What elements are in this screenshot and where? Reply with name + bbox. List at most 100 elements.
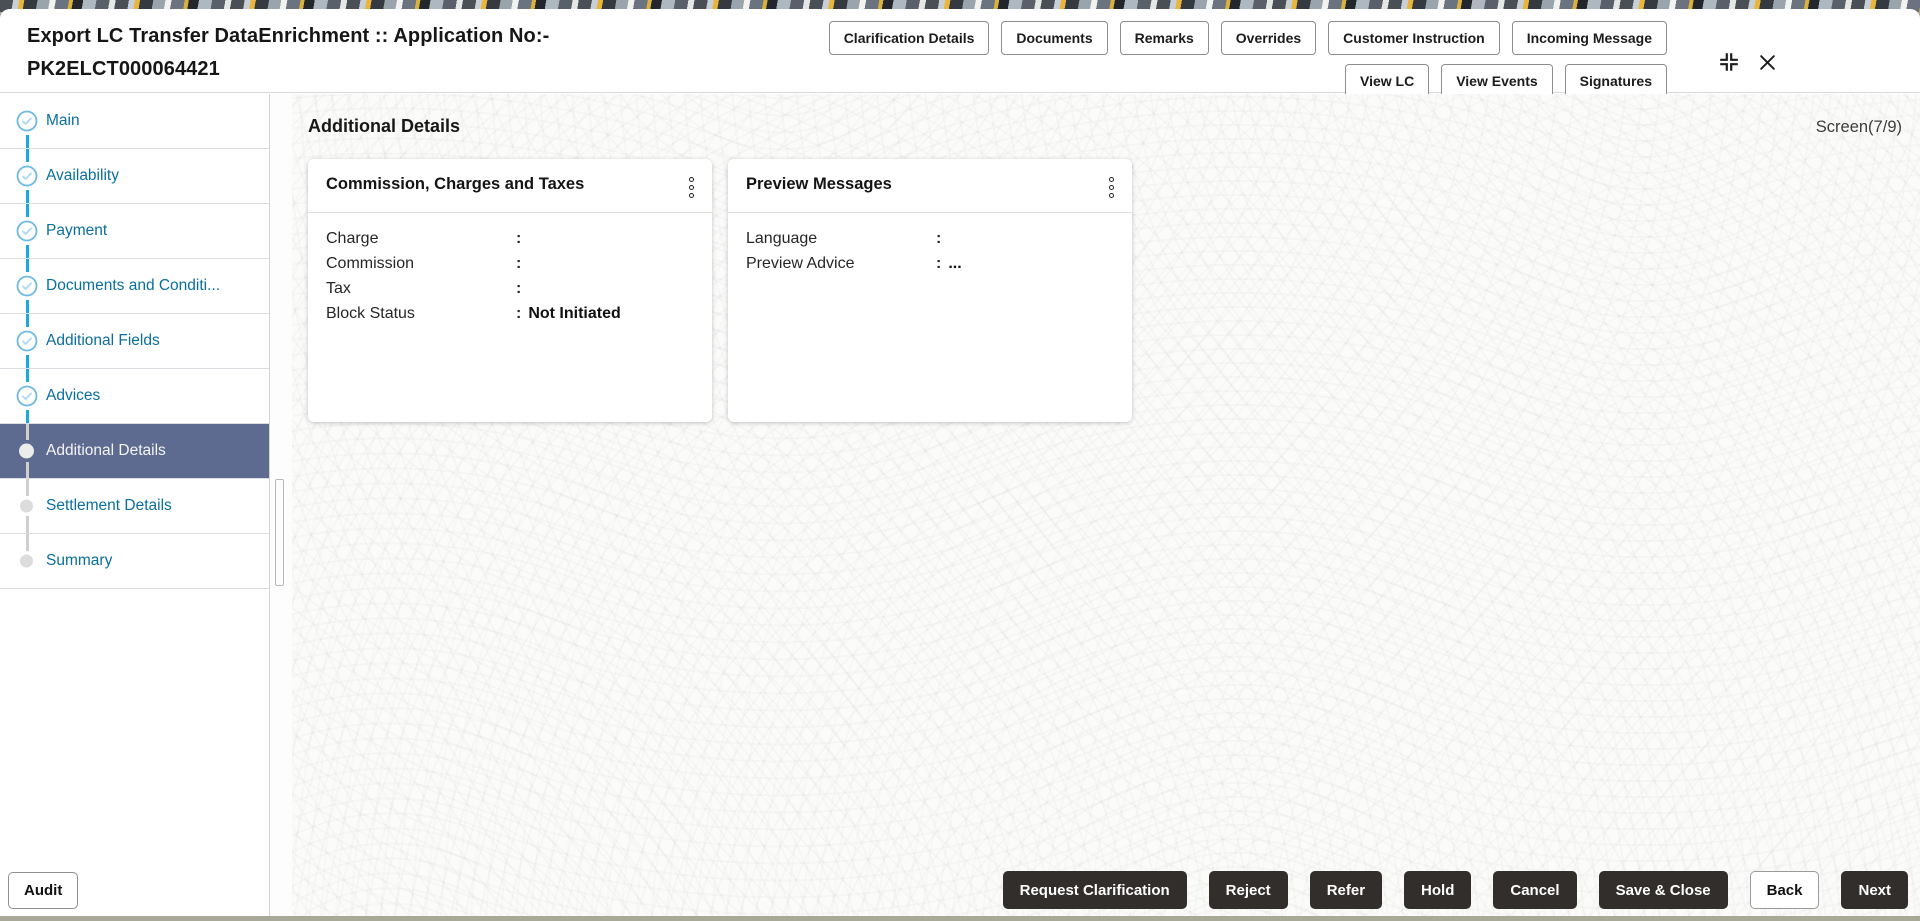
app-header: Export LC Transfer DataEnrichment :: App… [0,9,1920,98]
step-connector [26,369,29,382]
field-label: Language [746,230,818,247]
sidebar-item-label: Additional Fields [46,332,160,349]
sidebar-item-label: Advices [46,387,101,404]
restore-window-icon[interactable] [1718,51,1740,73]
field-commission: Commission : [326,251,694,276]
customer-instruction-button[interactable]: Customer Instruction [1328,21,1500,55]
content-header: Additional Details Screen(7/9) [292,94,1920,137]
field-label: Preview Advice [746,255,855,272]
field-label: Commission [326,255,415,272]
current-step-dot-icon [16,443,34,459]
step-connector [26,424,29,440]
sidebar-item-additional-details[interactable]: Additional Details [0,424,269,479]
documents-button[interactable]: Documents [1001,21,1108,55]
check-circle-icon [16,330,38,352]
remarks-button[interactable]: Remarks [1119,21,1209,55]
field-label: Charge [326,230,379,247]
sidebar-steps: Main Availability Payment Documents and … [0,94,270,916]
cancel-button[interactable]: Cancel [1493,871,1577,909]
sidebar-item-label: Documents and Conditi... [46,277,221,294]
kebab-menu-icon[interactable] [1105,175,1118,200]
sidebar-scroll-gutter [270,94,292,916]
hold-button[interactable]: Hold [1404,871,1472,909]
field-charge: Charge : [326,226,694,251]
screen-indicator: Screen(7/9) [1815,118,1902,136]
incoming-message-button[interactable]: Incoming Message [1511,21,1667,55]
sidebar-item-label: Availability [46,167,119,184]
step-connector [26,355,29,368]
card-body: Charge : Commission : Tax: Block Status… [308,213,712,339]
step-connector [26,149,29,162]
step-connector [26,204,29,217]
check-circle-icon [16,110,38,132]
reject-button[interactable]: Reject [1208,871,1288,909]
header-actions-row2: View LC View Events Signatures [1344,64,1667,98]
step-connector [26,300,29,313]
section-heading: Additional Details [308,116,461,136]
step-connector [26,135,29,148]
save-and-close-button[interactable]: Save & Close [1598,871,1728,909]
field-preview-advice: Preview Advice : ... [746,251,1114,276]
screen: Export LC Transfer DataEnrichment :: App… [0,0,1920,921]
signatures-button[interactable]: Signatures [1564,64,1667,98]
scrollbar-thumb[interactable] [275,479,284,586]
audit-button[interactable]: Audit [8,872,79,909]
view-events-button[interactable]: View Events [1441,64,1553,98]
field-colon: : [936,230,942,247]
preview-messages-card[interactable]: Preview Messages Language : Preview Advi… [728,159,1132,422]
card-title: Commission, Charges and Taxes [326,175,585,193]
step-connector [26,190,29,203]
sidebar-item-availability[interactable]: Availability [0,149,269,204]
card-header: Commission, Charges and Taxes [308,159,712,213]
sidebar-item-advices[interactable]: Advices [0,369,269,424]
step-connector [26,410,29,423]
kebab-menu-icon[interactable] [685,175,698,200]
next-button[interactable]: Next [1841,871,1908,909]
upcoming-step-dot-icon [16,554,33,568]
field-colon: : [936,255,942,272]
card-header: Preview Messages [728,159,1132,213]
window-controls [1718,51,1777,73]
refer-button[interactable]: Refer [1309,871,1383,909]
field-colon: : [516,280,522,297]
sidebar-item-additional-fields[interactable]: Additional Fields [0,314,269,369]
check-circle-icon [16,165,38,187]
field-language: Language : [746,226,1114,251]
sidebar-item-documents-and-conditions[interactable]: Documents and Conditi... [0,259,269,314]
close-icon[interactable] [1758,53,1777,72]
sidebar-item-label: Payment [46,222,108,239]
request-clarification-button[interactable]: Request Clarification [1002,871,1187,909]
card-title: Preview Messages [746,175,892,193]
sidebar-item-label: Additional Details [46,442,166,459]
view-lc-button[interactable]: View LC [1344,64,1430,98]
footer-actions: Request Clarification Reject Refer Hold … [1002,871,1908,909]
sidebar-item-summary[interactable]: Summary [0,534,269,589]
back-button[interactable]: Back [1749,871,1820,909]
commission-charges-taxes-card[interactable]: Commission, Charges and Taxes Charge : C… [308,159,712,422]
sidebar-item-label: Summary [46,552,113,569]
field-value: Not Initiated [528,305,621,322]
clarification-details-button[interactable]: Clarification Details [828,21,990,55]
sidebar-item-label: Settlement Details [46,497,172,514]
summary-cards: Commission, Charges and Taxes Charge : C… [292,137,1920,422]
header-actions-row1: Clarification Details Documents Remarks … [828,21,1667,55]
app-body: Main Availability Payment Documents and … [0,94,1920,916]
step-connector [26,534,29,551]
field-block-status: Block Status : Not Initiated [326,301,694,326]
step-connector [26,245,29,258]
check-circle-icon [16,220,38,242]
field-label: Block Status [326,305,415,322]
sidebar-item-payment[interactable]: Payment [0,204,269,259]
step-connector [26,479,29,496]
step-connector [26,259,29,272]
sidebar-item-main[interactable]: Main [0,94,269,149]
card-body: Language : Preview Advice : ... [728,213,1132,289]
page-title: Export LC Transfer DataEnrichment :: App… [27,20,657,86]
header-actions: Clarification Details Documents Remarks … [828,21,1667,98]
audit-area: Audit [8,872,79,909]
sidebar-item-label: Main [46,112,80,129]
step-connector [26,462,29,478]
overrides-button[interactable]: Overrides [1220,21,1317,55]
sidebar-item-settlement-details[interactable]: Settlement Details [0,479,269,534]
field-value: ... [948,255,962,272]
